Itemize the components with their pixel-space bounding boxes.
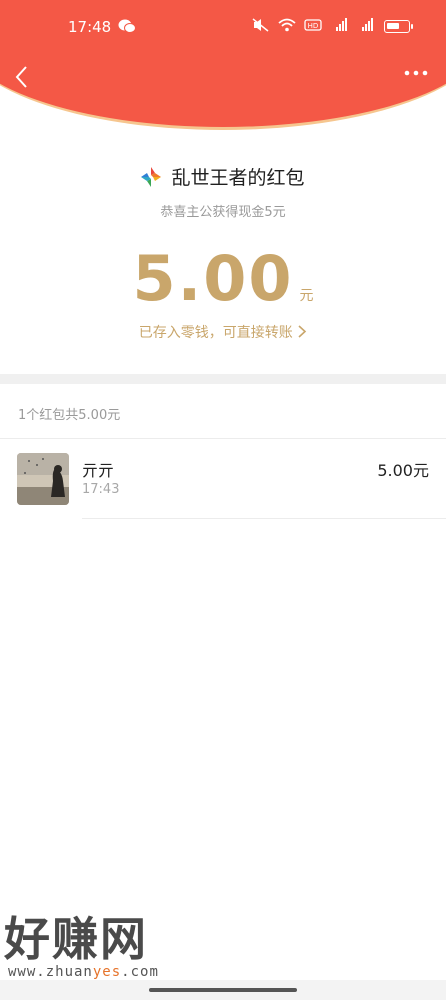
- amount-unit: 元: [299, 288, 314, 304]
- record-time: 17:43: [82, 482, 120, 497]
- more-dots-icon[interactable]: [404, 68, 428, 78]
- game-logo-icon: [141, 166, 162, 187]
- svg-text:HD: HD: [308, 22, 319, 30]
- avatar-image: [17, 453, 69, 505]
- status-icons: HD: [252, 18, 374, 32]
- chevron-right-icon: [298, 325, 307, 338]
- saved-link-text: 已存入零钱，可直接转账: [138, 325, 293, 341]
- mute-icon: [252, 18, 269, 32]
- list-item[interactable]: 亓亓 17:43 5.00元: [0, 452, 446, 518]
- hd-icon: HD: [304, 19, 322, 31]
- sender-title: 乱世王者的红包: [171, 167, 305, 189]
- amount-display: 5.00 元: [0, 242, 446, 315]
- record-amount: 5.00元: [377, 461, 429, 480]
- signal-4g-icon: [336, 18, 347, 31]
- home-indicator[interactable]: [149, 988, 297, 992]
- wechat-icon: [118, 19, 136, 33]
- divider: [82, 518, 446, 519]
- status-time: 17:48: [68, 18, 112, 36]
- hongbao-detail-page: 17:48 HD 乱世王者的红包 恭喜主公获得现金5元 5.00 元 已存入零钱…: [0, 0, 446, 1000]
- divider: [0, 438, 446, 439]
- sender-title-row: 乱世王者的红包: [0, 163, 446, 190]
- watermark: 好赚网 www.zhuanyes.com: [4, 914, 159, 980]
- watermark-text: 好赚网: [4, 912, 148, 966]
- record-name: 亓亓: [82, 461, 115, 480]
- section-divider: [0, 374, 446, 384]
- battery-icon: [384, 20, 413, 33]
- hongbao-summary: 1个红包共5.00元: [18, 408, 121, 423]
- amount-value: 5.00: [132, 242, 294, 315]
- avatar: [17, 453, 69, 505]
- status-bar: 17:48 HD: [0, 0, 446, 56]
- chevron-left-icon[interactable]: [12, 64, 32, 90]
- saved-to-wallet-link[interactable]: 已存入零钱，可直接转账: [0, 322, 446, 342]
- watermark-url: www.zhuanyes.com: [8, 964, 159, 980]
- greeting-subtitle: 恭喜主公获得现金5元: [160, 205, 286, 220]
- wifi-icon: [278, 18, 296, 32]
- signal-4g-icon: [362, 18, 373, 31]
